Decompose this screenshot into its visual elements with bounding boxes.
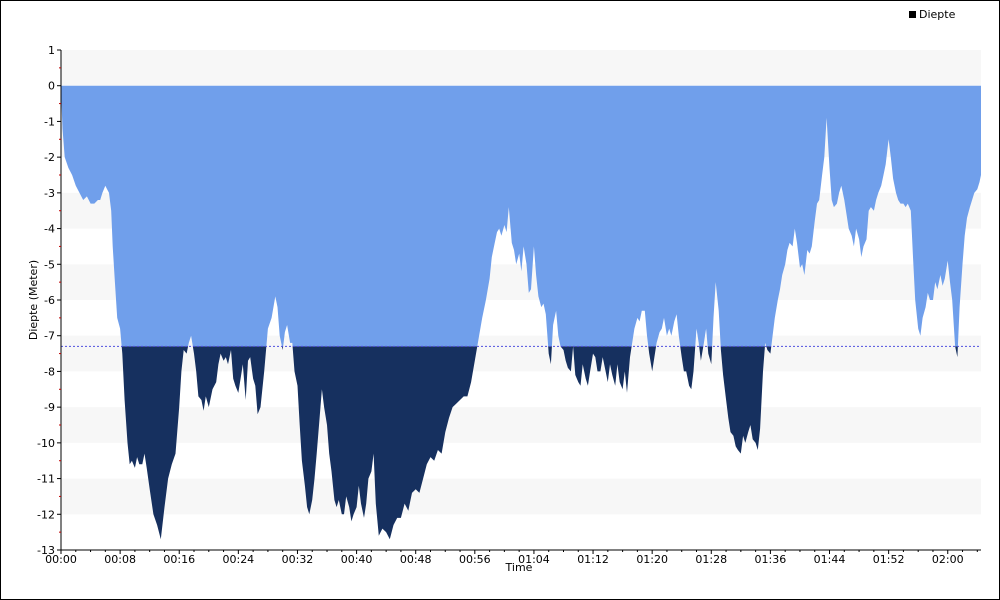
x-tick-label: 01:52 xyxy=(873,553,905,566)
x-tick-label: 00:48 xyxy=(400,553,432,566)
x-tick-label: 00:00 xyxy=(45,553,77,566)
x-tick-label: 01:36 xyxy=(755,553,787,566)
depth-chart: 10-1-2-3-4-5-6-7-8-9-10-11-12-1300:00 00:… xyxy=(27,44,981,574)
legend: Diepte xyxy=(909,8,955,21)
x-tick-label: 01:12 xyxy=(577,553,609,566)
y-tick-label: -10 xyxy=(37,437,55,450)
grid-band xyxy=(61,50,981,86)
y-tick-label: -9 xyxy=(44,401,55,414)
y-tick-label: -3 xyxy=(44,187,55,200)
y-tick-label: -5 xyxy=(44,258,55,271)
y-tick-label: -4 xyxy=(44,223,55,236)
depth-area-above-threshold xyxy=(61,85,981,347)
y-tick-label: -2 xyxy=(44,151,55,164)
legend-swatch xyxy=(909,11,916,18)
x-tick-label: 01:28 xyxy=(695,553,727,566)
x-tick-label: 00:56 xyxy=(459,553,491,566)
y-axis-label: Diepte (Meter) xyxy=(27,260,40,340)
x-tick-label: 02:00 xyxy=(932,553,964,566)
x-tick-label: 00:16 xyxy=(163,553,195,566)
y-tick-label: -12 xyxy=(37,508,55,521)
x-tick-label: 01:20 xyxy=(636,553,668,566)
y-tick-label: -6 xyxy=(44,294,55,307)
x-tick-label: 00:08 xyxy=(104,553,136,566)
y-tick-label: 1 xyxy=(48,44,55,57)
y-tick-label: -11 xyxy=(37,473,55,486)
x-axis-label: Time xyxy=(505,561,533,574)
y-tick-label: -8 xyxy=(44,365,55,378)
grid-band xyxy=(61,407,981,443)
x-tick-label: 00:32 xyxy=(282,553,314,566)
x-tick-label: 00:24 xyxy=(222,553,254,566)
x-tick-label: 00:40 xyxy=(341,553,373,566)
y-tick-label: 0 xyxy=(48,80,55,93)
legend-label: Diepte xyxy=(919,8,956,21)
y-tick-label: -7 xyxy=(44,330,55,343)
grid-band xyxy=(61,478,981,515)
y-tick-label: -1 xyxy=(44,115,55,128)
x-tick-label: 01:44 xyxy=(814,553,846,566)
